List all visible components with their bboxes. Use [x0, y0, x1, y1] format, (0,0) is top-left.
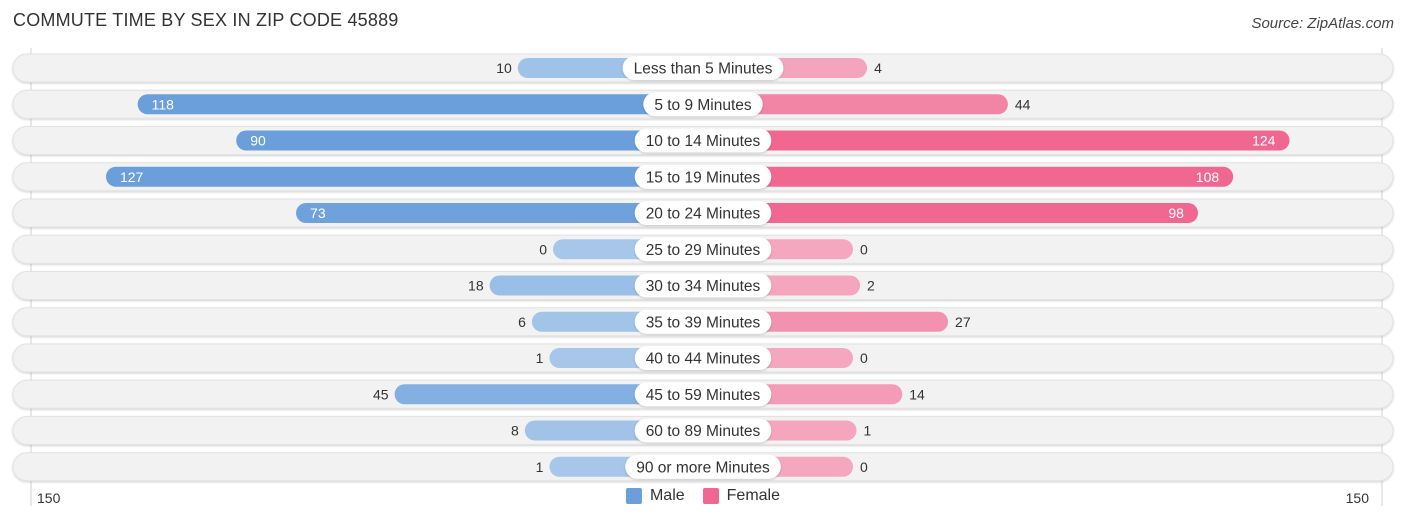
- row-10: 8 1 60 to 89 Minutes: [12, 416, 1394, 445]
- value-label-female: 2: [867, 278, 875, 294]
- category-label: 10 to 14 Minutes: [646, 133, 761, 150]
- category-label: 30 to 34 Minutes: [646, 278, 761, 295]
- value-label-male: 118: [152, 96, 175, 112]
- category-label: 40 to 44 Minutes: [646, 351, 761, 368]
- category-label: 35 to 39 Minutes: [646, 314, 761, 331]
- value-label-female: 0: [860, 241, 868, 257]
- chart-area: 10 4Less than 5 Minutes118 445 to 9 Minute…: [12, 48, 1394, 506]
- category-label: 60 to 89 Minutes: [646, 423, 761, 440]
- row-3: 127 108 15 to 19 Minutes: [12, 162, 1394, 192]
- value-label-female: 4: [874, 60, 882, 76]
- bar-male: [105, 166, 703, 187]
- legend-swatch-male: [625, 488, 642, 504]
- value-label-male: 6: [518, 314, 526, 330]
- row-7: 6 27 35 to 39 Minutes: [12, 307, 1394, 337]
- category-label: 45 to 59 Minutes: [646, 387, 761, 404]
- bar-female: [703, 130, 1290, 151]
- row-2: 90 124 10 to 14 Minutes: [12, 126, 1394, 155]
- bar-female: [703, 166, 1234, 187]
- row-4: 73 98 20 to 24 Minutes: [12, 198, 1394, 228]
- bar-male: [236, 130, 703, 151]
- value-label-male: 1: [536, 459, 544, 475]
- row-0: 10 4 Less than 5 Minutes: [12, 53, 1394, 83]
- value-label-male: 127: [120, 169, 144, 185]
- legend-label-male: Male: [649, 487, 685, 504]
- value-label-male: 90: [250, 133, 266, 149]
- value-label-female: 14: [909, 386, 925, 402]
- value-label-male: 73: [310, 205, 326, 221]
- row-11: 1 0 90 or more Minutes: [12, 452, 1394, 482]
- value-label-female: 98: [1168, 205, 1184, 221]
- category-label: 90 or more Minutes: [636, 459, 770, 476]
- bar-female: [703, 203, 1198, 223]
- legend-item-male: Male: [625, 487, 685, 505]
- row-5: 0 0 25 to 29 Minutes: [12, 234, 1394, 264]
- row-6: 18 2 30 to 34 Minutes: [12, 271, 1394, 300]
- bar-male: [137, 94, 703, 115]
- category-label: Less than 5 Minutes: [634, 61, 773, 78]
- value-label-male: 0: [539, 241, 547, 257]
- value-label-male: 18: [468, 278, 484, 294]
- value-label-male: 1: [536, 350, 544, 366]
- category-label: 25 to 29 Minutes: [646, 242, 761, 259]
- legend-swatch-female: [702, 488, 719, 504]
- legend-label-female: Female: [726, 487, 781, 504]
- value-label-female: 44: [1015, 96, 1031, 112]
- value-label-male: 10: [496, 60, 512, 76]
- legend-item-female: Female: [702, 487, 781, 505]
- value-label-female: 0: [860, 350, 868, 366]
- value-label-male: 45: [373, 386, 389, 402]
- category-label: 5 to 9 Minutes: [654, 97, 752, 114]
- value-label-female: 108: [1196, 169, 1220, 185]
- value-label-female: 1: [864, 423, 872, 439]
- value-label-female: 27: [955, 314, 971, 330]
- value-label-male: 8: [511, 423, 519, 439]
- value-label-female: 0: [860, 459, 868, 475]
- row-1: 118 44 5 to 9 Minutes: [12, 89, 1394, 119]
- legend: Male Female: [0, 487, 1406, 505]
- category-label: 15 to 19 Minutes: [646, 169, 761, 186]
- row-8: 1 0 40 to 44 Minutes: [12, 343, 1394, 373]
- value-label-female: 124: [1252, 133, 1276, 149]
- row-9: 45 14 45 to 59 Minutes: [12, 379, 1394, 409]
- category-label: 20 to 24 Minutes: [646, 206, 761, 223]
